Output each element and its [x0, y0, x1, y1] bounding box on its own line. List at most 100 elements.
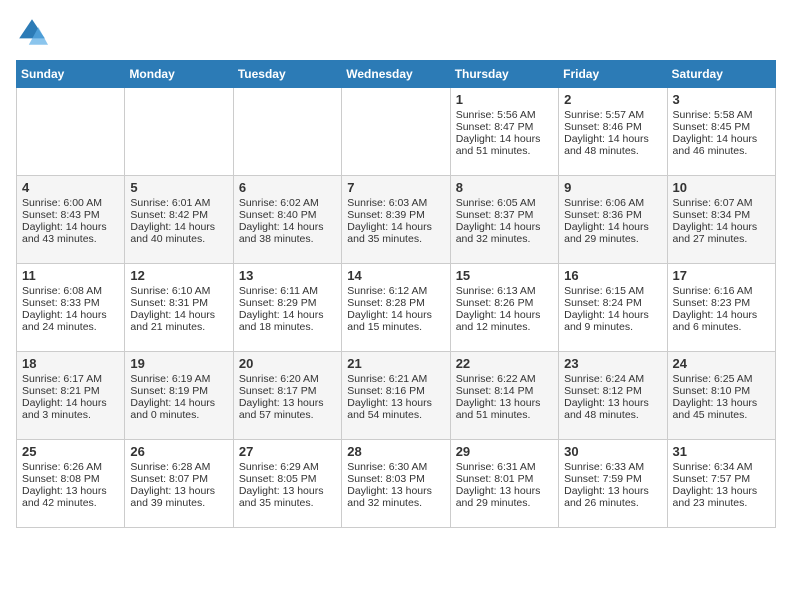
- calendar-cell: 12Sunrise: 6:10 AMSunset: 8:31 PMDayligh…: [125, 264, 233, 352]
- calendar-cell: 29Sunrise: 6:31 AMSunset: 8:01 PMDayligh…: [450, 440, 558, 528]
- day-info: Daylight: 14 hours: [456, 309, 553, 321]
- day-info: and 32 minutes.: [347, 497, 444, 509]
- day-info: Sunset: 8:29 PM: [239, 297, 336, 309]
- day-info: Sunrise: 6:15 AM: [564, 285, 661, 297]
- calendar-cell: 9Sunrise: 6:06 AMSunset: 8:36 PMDaylight…: [559, 176, 667, 264]
- day-number: 23: [564, 356, 661, 371]
- day-number: 2: [564, 92, 661, 107]
- day-info: Sunrise: 6:17 AM: [22, 373, 119, 385]
- calendar-cell: 16Sunrise: 6:15 AMSunset: 8:24 PMDayligh…: [559, 264, 667, 352]
- day-number: 21: [347, 356, 444, 371]
- day-info: Daylight: 14 hours: [564, 133, 661, 145]
- day-info: Sunset: 8:08 PM: [22, 473, 119, 485]
- day-info: Sunset: 8:45 PM: [673, 121, 770, 133]
- header-row: SundayMondayTuesdayWednesdayThursdayFrid…: [17, 61, 776, 88]
- day-number: 1: [456, 92, 553, 107]
- day-info: Sunset: 7:57 PM: [673, 473, 770, 485]
- day-info: Sunset: 8:37 PM: [456, 209, 553, 221]
- day-info: Sunrise: 6:06 AM: [564, 197, 661, 209]
- day-header-sunday: Sunday: [17, 61, 125, 88]
- day-info: Sunrise: 6:22 AM: [456, 373, 553, 385]
- day-info: Sunrise: 6:31 AM: [456, 461, 553, 473]
- day-info: Sunset: 8:42 PM: [130, 209, 227, 221]
- day-info: Sunset: 8:33 PM: [22, 297, 119, 309]
- day-info: Sunset: 8:05 PM: [239, 473, 336, 485]
- header: [16, 16, 776, 48]
- week-row-4: 18Sunrise: 6:17 AMSunset: 8:21 PMDayligh…: [17, 352, 776, 440]
- calendar-cell: 23Sunrise: 6:24 AMSunset: 8:12 PMDayligh…: [559, 352, 667, 440]
- day-info: Sunrise: 6:05 AM: [456, 197, 553, 209]
- day-info: and 51 minutes.: [456, 409, 553, 421]
- day-info: Sunset: 8:43 PM: [22, 209, 119, 221]
- day-info: Sunrise: 5:57 AM: [564, 109, 661, 121]
- day-info: Daylight: 14 hours: [347, 309, 444, 321]
- day-header-monday: Monday: [125, 61, 233, 88]
- day-info: Sunset: 8:34 PM: [673, 209, 770, 221]
- day-info: and 54 minutes.: [347, 409, 444, 421]
- day-info: Sunset: 8:19 PM: [130, 385, 227, 397]
- calendar-cell: 31Sunrise: 6:34 AMSunset: 7:57 PMDayligh…: [667, 440, 775, 528]
- day-info: Sunrise: 6:21 AM: [347, 373, 444, 385]
- week-row-3: 11Sunrise: 6:08 AMSunset: 8:33 PMDayligh…: [17, 264, 776, 352]
- day-info: Daylight: 13 hours: [239, 485, 336, 497]
- day-info: Sunrise: 6:34 AM: [673, 461, 770, 473]
- day-info: Sunset: 8:28 PM: [347, 297, 444, 309]
- day-number: 18: [22, 356, 119, 371]
- day-info: Daylight: 14 hours: [456, 221, 553, 233]
- day-number: 31: [673, 444, 770, 459]
- day-info: Sunrise: 6:02 AM: [239, 197, 336, 209]
- day-info: and 29 minutes.: [456, 497, 553, 509]
- day-info: and 57 minutes.: [239, 409, 336, 421]
- calendar-cell: 17Sunrise: 6:16 AMSunset: 8:23 PMDayligh…: [667, 264, 775, 352]
- week-row-5: 25Sunrise: 6:26 AMSunset: 8:08 PMDayligh…: [17, 440, 776, 528]
- day-number: 17: [673, 268, 770, 283]
- day-number: 9: [564, 180, 661, 195]
- day-number: 12: [130, 268, 227, 283]
- calendar-cell: 19Sunrise: 6:19 AMSunset: 8:19 PMDayligh…: [125, 352, 233, 440]
- day-number: 7: [347, 180, 444, 195]
- calendar-cell: [125, 88, 233, 176]
- day-info: Sunrise: 6:19 AM: [130, 373, 227, 385]
- day-info: Sunrise: 6:12 AM: [347, 285, 444, 297]
- day-info: and 32 minutes.: [456, 233, 553, 245]
- day-info: Daylight: 14 hours: [22, 309, 119, 321]
- logo: [16, 16, 52, 48]
- calendar-cell: [17, 88, 125, 176]
- day-info: and 40 minutes.: [130, 233, 227, 245]
- calendar-cell: 3Sunrise: 5:58 AMSunset: 8:45 PMDaylight…: [667, 88, 775, 176]
- day-info: Daylight: 14 hours: [564, 221, 661, 233]
- day-info: Sunset: 8:40 PM: [239, 209, 336, 221]
- day-info: Daylight: 14 hours: [239, 309, 336, 321]
- day-number: 4: [22, 180, 119, 195]
- day-info: and 39 minutes.: [130, 497, 227, 509]
- day-info: and 3 minutes.: [22, 409, 119, 421]
- day-header-tuesday: Tuesday: [233, 61, 341, 88]
- day-info: Sunrise: 6:20 AM: [239, 373, 336, 385]
- day-number: 3: [673, 92, 770, 107]
- day-info: and 6 minutes.: [673, 321, 770, 333]
- day-info: and 46 minutes.: [673, 145, 770, 157]
- day-info: Sunrise: 6:30 AM: [347, 461, 444, 473]
- day-number: 25: [22, 444, 119, 459]
- day-number: 5: [130, 180, 227, 195]
- day-info: Daylight: 13 hours: [347, 485, 444, 497]
- day-info: Daylight: 13 hours: [239, 397, 336, 409]
- day-number: 20: [239, 356, 336, 371]
- day-info: Daylight: 13 hours: [456, 397, 553, 409]
- calendar-cell: 28Sunrise: 6:30 AMSunset: 8:03 PMDayligh…: [342, 440, 450, 528]
- day-info: and 23 minutes.: [673, 497, 770, 509]
- day-header-wednesday: Wednesday: [342, 61, 450, 88]
- day-info: Daylight: 13 hours: [22, 485, 119, 497]
- day-number: 8: [456, 180, 553, 195]
- day-info: Daylight: 13 hours: [347, 397, 444, 409]
- calendar-cell: 21Sunrise: 6:21 AMSunset: 8:16 PMDayligh…: [342, 352, 450, 440]
- calendar-cell: 18Sunrise: 6:17 AMSunset: 8:21 PMDayligh…: [17, 352, 125, 440]
- day-number: 11: [22, 268, 119, 283]
- day-info: and 0 minutes.: [130, 409, 227, 421]
- calendar-cell: [233, 88, 341, 176]
- day-info: Sunset: 8:14 PM: [456, 385, 553, 397]
- day-info: and 45 minutes.: [673, 409, 770, 421]
- calendar-cell: 6Sunrise: 6:02 AMSunset: 8:40 PMDaylight…: [233, 176, 341, 264]
- day-info: Sunrise: 6:11 AM: [239, 285, 336, 297]
- day-info: Sunset: 8:17 PM: [239, 385, 336, 397]
